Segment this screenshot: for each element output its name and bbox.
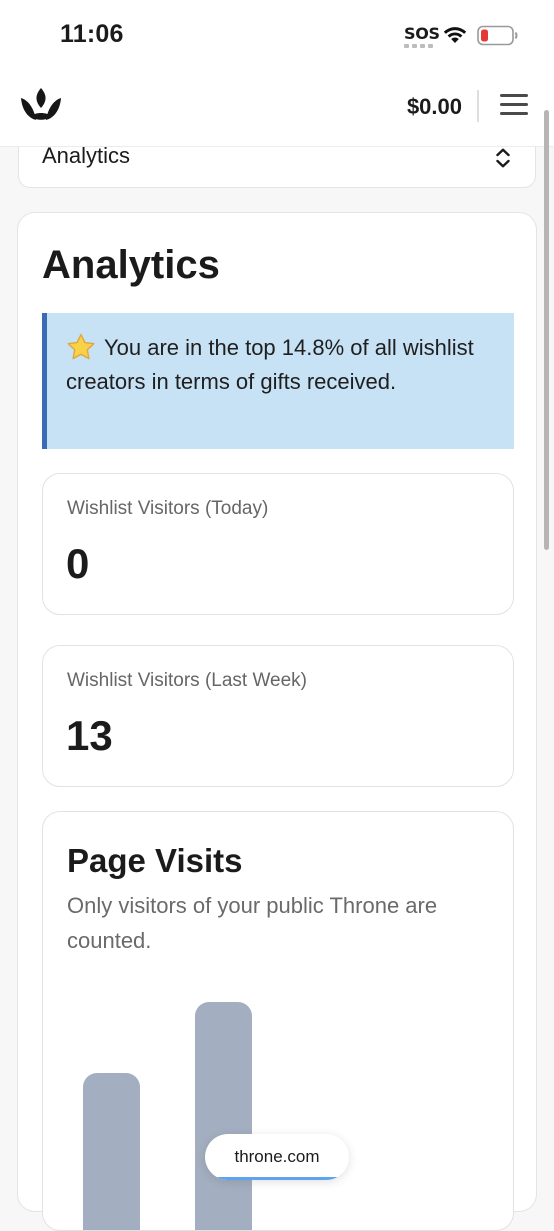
stat-value: 13 (66, 712, 113, 759)
page-visits-bar[interactable] (83, 1073, 140, 1230)
sos-indicator: SOS (404, 24, 440, 43)
stat-label: Wishlist Visitors (Last Week) (67, 670, 308, 691)
status-time: 11:06 (60, 20, 124, 48)
stat-card-last-week: Wishlist Visitors (Last Week) 13 (42, 645, 514, 787)
domain-text: throne.com (234, 1147, 320, 1166)
app-header: $0.00 (0, 72, 554, 147)
scrollbar[interactable] (544, 110, 549, 550)
stat-card-today: Wishlist Visitors (Today) 0 (42, 473, 514, 615)
balance-amount[interactable]: $0.00 (407, 94, 462, 120)
crown-logo-icon[interactable] (18, 86, 64, 124)
ranking-notice-text: You are in the top 14.8% of all wishlist… (66, 335, 474, 394)
page-load-progress (217, 1177, 341, 1180)
status-bar: 11:06 SOS (0, 0, 554, 72)
domain-pill[interactable]: throne.com (205, 1134, 349, 1180)
page-select-value: Analytics (42, 143, 131, 168)
battery-low-icon (477, 25, 518, 46)
star-icon (67, 333, 95, 360)
ranking-notice: You are in the top 14.8% of all wishlist… (42, 313, 514, 449)
up-down-chevron-icon (496, 148, 510, 168)
analytics-card: Analytics You are in the top 14.8% of al… (17, 212, 537, 1231)
header-divider (477, 90, 479, 122)
page-select[interactable]: Analytics (18, 143, 536, 188)
analytics-title: Analytics (42, 243, 220, 287)
sos-signal-dots-icon (404, 44, 433, 48)
page-visits-bar[interactable] (195, 1002, 252, 1230)
stat-value: 0 (66, 540, 90, 587)
stat-label: Wishlist Visitors (Today) (67, 498, 269, 519)
wifi-icon (443, 27, 467, 43)
hamburger-menu-icon[interactable] (500, 94, 528, 118)
